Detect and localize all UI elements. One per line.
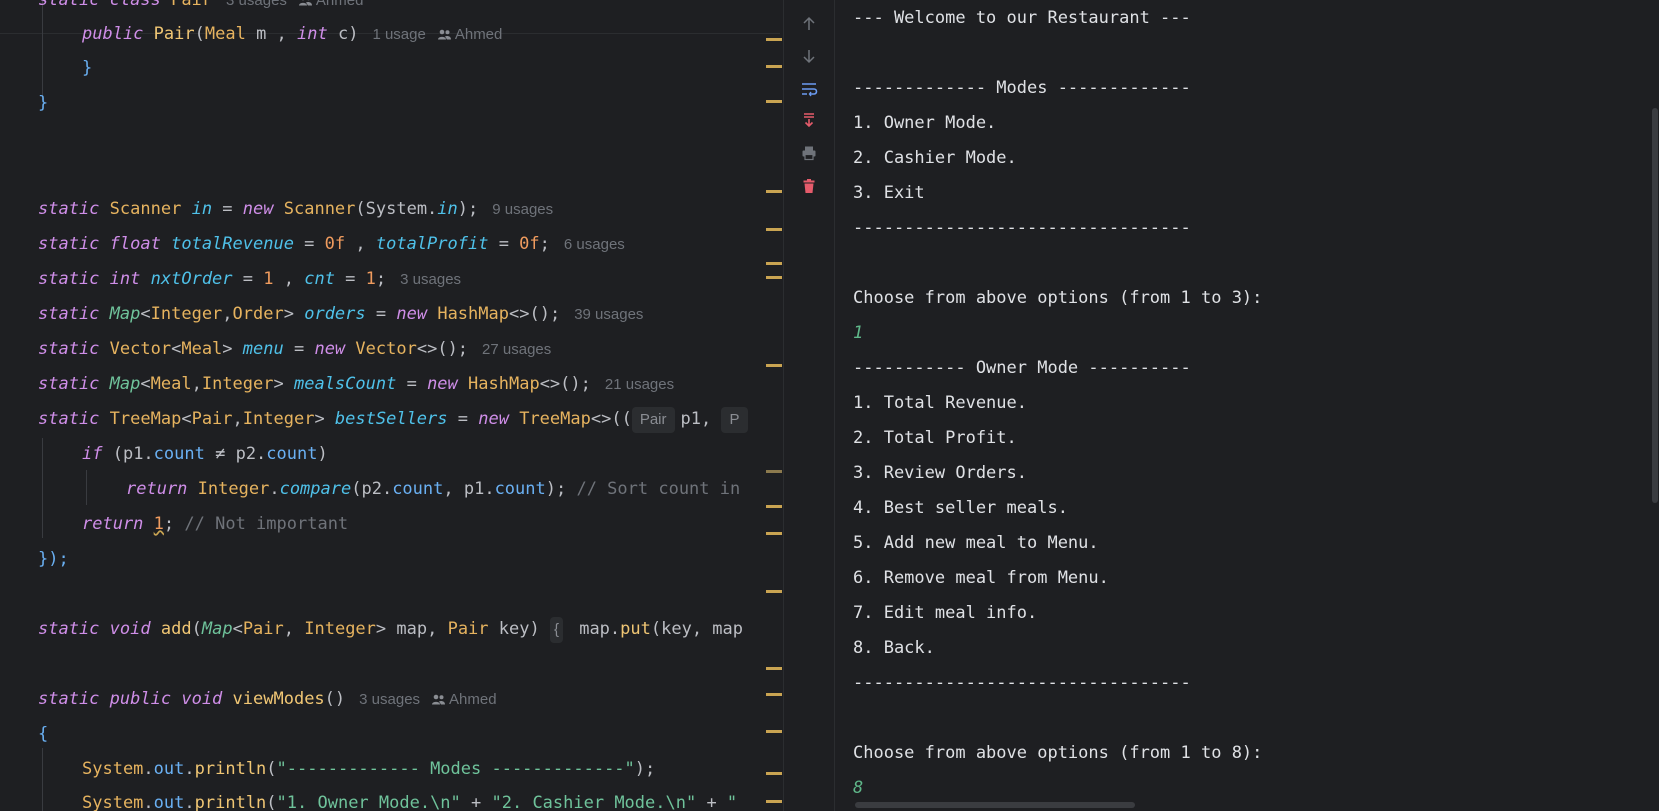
change-marker[interactable] <box>766 190 782 193</box>
change-marker[interactable] <box>766 505 782 508</box>
console-line: 1. Total Revenue. <box>853 393 1027 413</box>
change-marker[interactable] <box>766 228 782 231</box>
console-line: --- Welcome to our Restaurant --- <box>853 8 1191 28</box>
console-toolbar <box>783 0 834 811</box>
console-user-input: 8 <box>853 778 864 798</box>
change-marker[interactable] <box>766 800 782 803</box>
author-icon <box>437 29 451 40</box>
console-line: 2. Total Profit. <box>853 428 1017 448</box>
change-marker[interactable] <box>766 667 782 670</box>
code-line: } <box>38 93 49 113</box>
code-line: static TreeMap<Pair,Integer> bestSellers… <box>38 402 754 437</box>
console-line: Choose from above options (from 1 to 8): <box>853 743 1263 763</box>
console-line: --------------------------------- <box>853 218 1191 238</box>
indent-guide <box>42 748 43 811</box>
code-line: public Pair(Meal m , int c) 1 usage Ahmed <box>82 24 503 44</box>
code-line: static void add(Map<Pair, Integer> map, … <box>38 612 743 647</box>
author-icon <box>298 0 312 6</box>
console-line: 5. Add new meal to Menu. <box>853 533 1099 553</box>
console-line: 1. Owner Mode. <box>853 113 997 133</box>
code-editor[interactable]: static class Pair 3 usages Ahmed public Pa… <box>0 0 783 811</box>
change-marker[interactable] <box>766 276 782 279</box>
code-line: static Scanner in = new Scanner(System.i… <box>38 199 554 219</box>
console-line: 4. Best seller meals. <box>853 498 1068 518</box>
console-line: 3. Review Orders. <box>853 463 1027 483</box>
console-line: 8. Back. <box>853 638 935 658</box>
change-marker[interactable] <box>766 262 782 265</box>
change-marker[interactable] <box>766 730 782 733</box>
parameter-hint: P <box>721 407 748 433</box>
change-marker[interactable] <box>766 693 782 696</box>
code-line: } <box>82 58 93 78</box>
vertical-scrollbar[interactable] <box>1652 108 1658 503</box>
console-line: 6. Remove meal from Menu. <box>853 568 1109 588</box>
console-line: 2. Cashier Mode. <box>853 148 1017 168</box>
change-marker[interactable] <box>766 470 782 473</box>
code-line: static Map<Integer,Order> orders = new H… <box>38 304 644 324</box>
indent-guide <box>42 438 43 538</box>
change-marker[interactable] <box>766 590 782 593</box>
console-line: --------------------------------- <box>853 673 1191 693</box>
soft-wrap-icon[interactable] <box>799 79 819 99</box>
code-line: System.out.println("------------- Modes … <box>82 759 656 779</box>
arrow-up-icon[interactable] <box>799 14 819 34</box>
console-line: ------------- Modes ------------- <box>853 78 1191 98</box>
code-line: if (p1.count ≠ p2.count) <box>82 444 328 464</box>
arrow-down-icon[interactable] <box>799 46 819 66</box>
code-line: System.out.println("1. Owner Mode.\n" + … <box>82 793 738 811</box>
code-line: static public void viewModes() 3 usages Ah… <box>38 689 497 709</box>
code-line: static class Pair 3 usages Ahmed <box>38 0 363 18</box>
change-marker[interactable] <box>766 100 782 103</box>
code-line: { <box>38 724 49 744</box>
change-marker[interactable] <box>766 532 782 535</box>
console-line: ----------- Owner Mode ---------- <box>853 358 1191 378</box>
parameter-hint: Pair <box>631 407 675 433</box>
code-line: static int nxtOrder = 1 , cnt = 1; 3 usag… <box>38 269 462 289</box>
run-console[interactable]: --- Welcome to our Restaurant --- -------… <box>834 0 1659 811</box>
change-marker[interactable] <box>766 364 782 367</box>
trash-icon[interactable] <box>799 176 819 196</box>
change-marker[interactable] <box>766 772 782 775</box>
console-line: 3. Exit <box>853 183 925 203</box>
console-line: 7. Edit meal info. <box>853 603 1038 623</box>
code-line: static Map<Meal,Integer> mealsCount = ne… <box>38 374 675 394</box>
print-icon[interactable] <box>799 143 819 163</box>
code-line: static float totalRevenue = 0f , totalPr… <box>38 234 625 254</box>
code-line: }); <box>38 549 69 569</box>
author-icon <box>432 694 446 705</box>
indent-guide <box>86 470 87 505</box>
scroll-to-end-icon[interactable] <box>799 110 819 130</box>
code-line: static Vector<Meal> menu = new Vector<>(… <box>38 339 552 359</box>
change-marker[interactable] <box>766 65 782 68</box>
change-marker[interactable] <box>766 38 782 41</box>
horizontal-scrollbar[interactable] <box>855 802 1135 808</box>
console-line: Choose from above options (from 1 to 3): <box>853 288 1263 308</box>
console-user-input: 1 <box>853 323 864 343</box>
code-line: return Integer.compare(p2.count, p1.coun… <box>126 479 741 499</box>
code-line: return 1; // Not important <box>82 514 349 534</box>
